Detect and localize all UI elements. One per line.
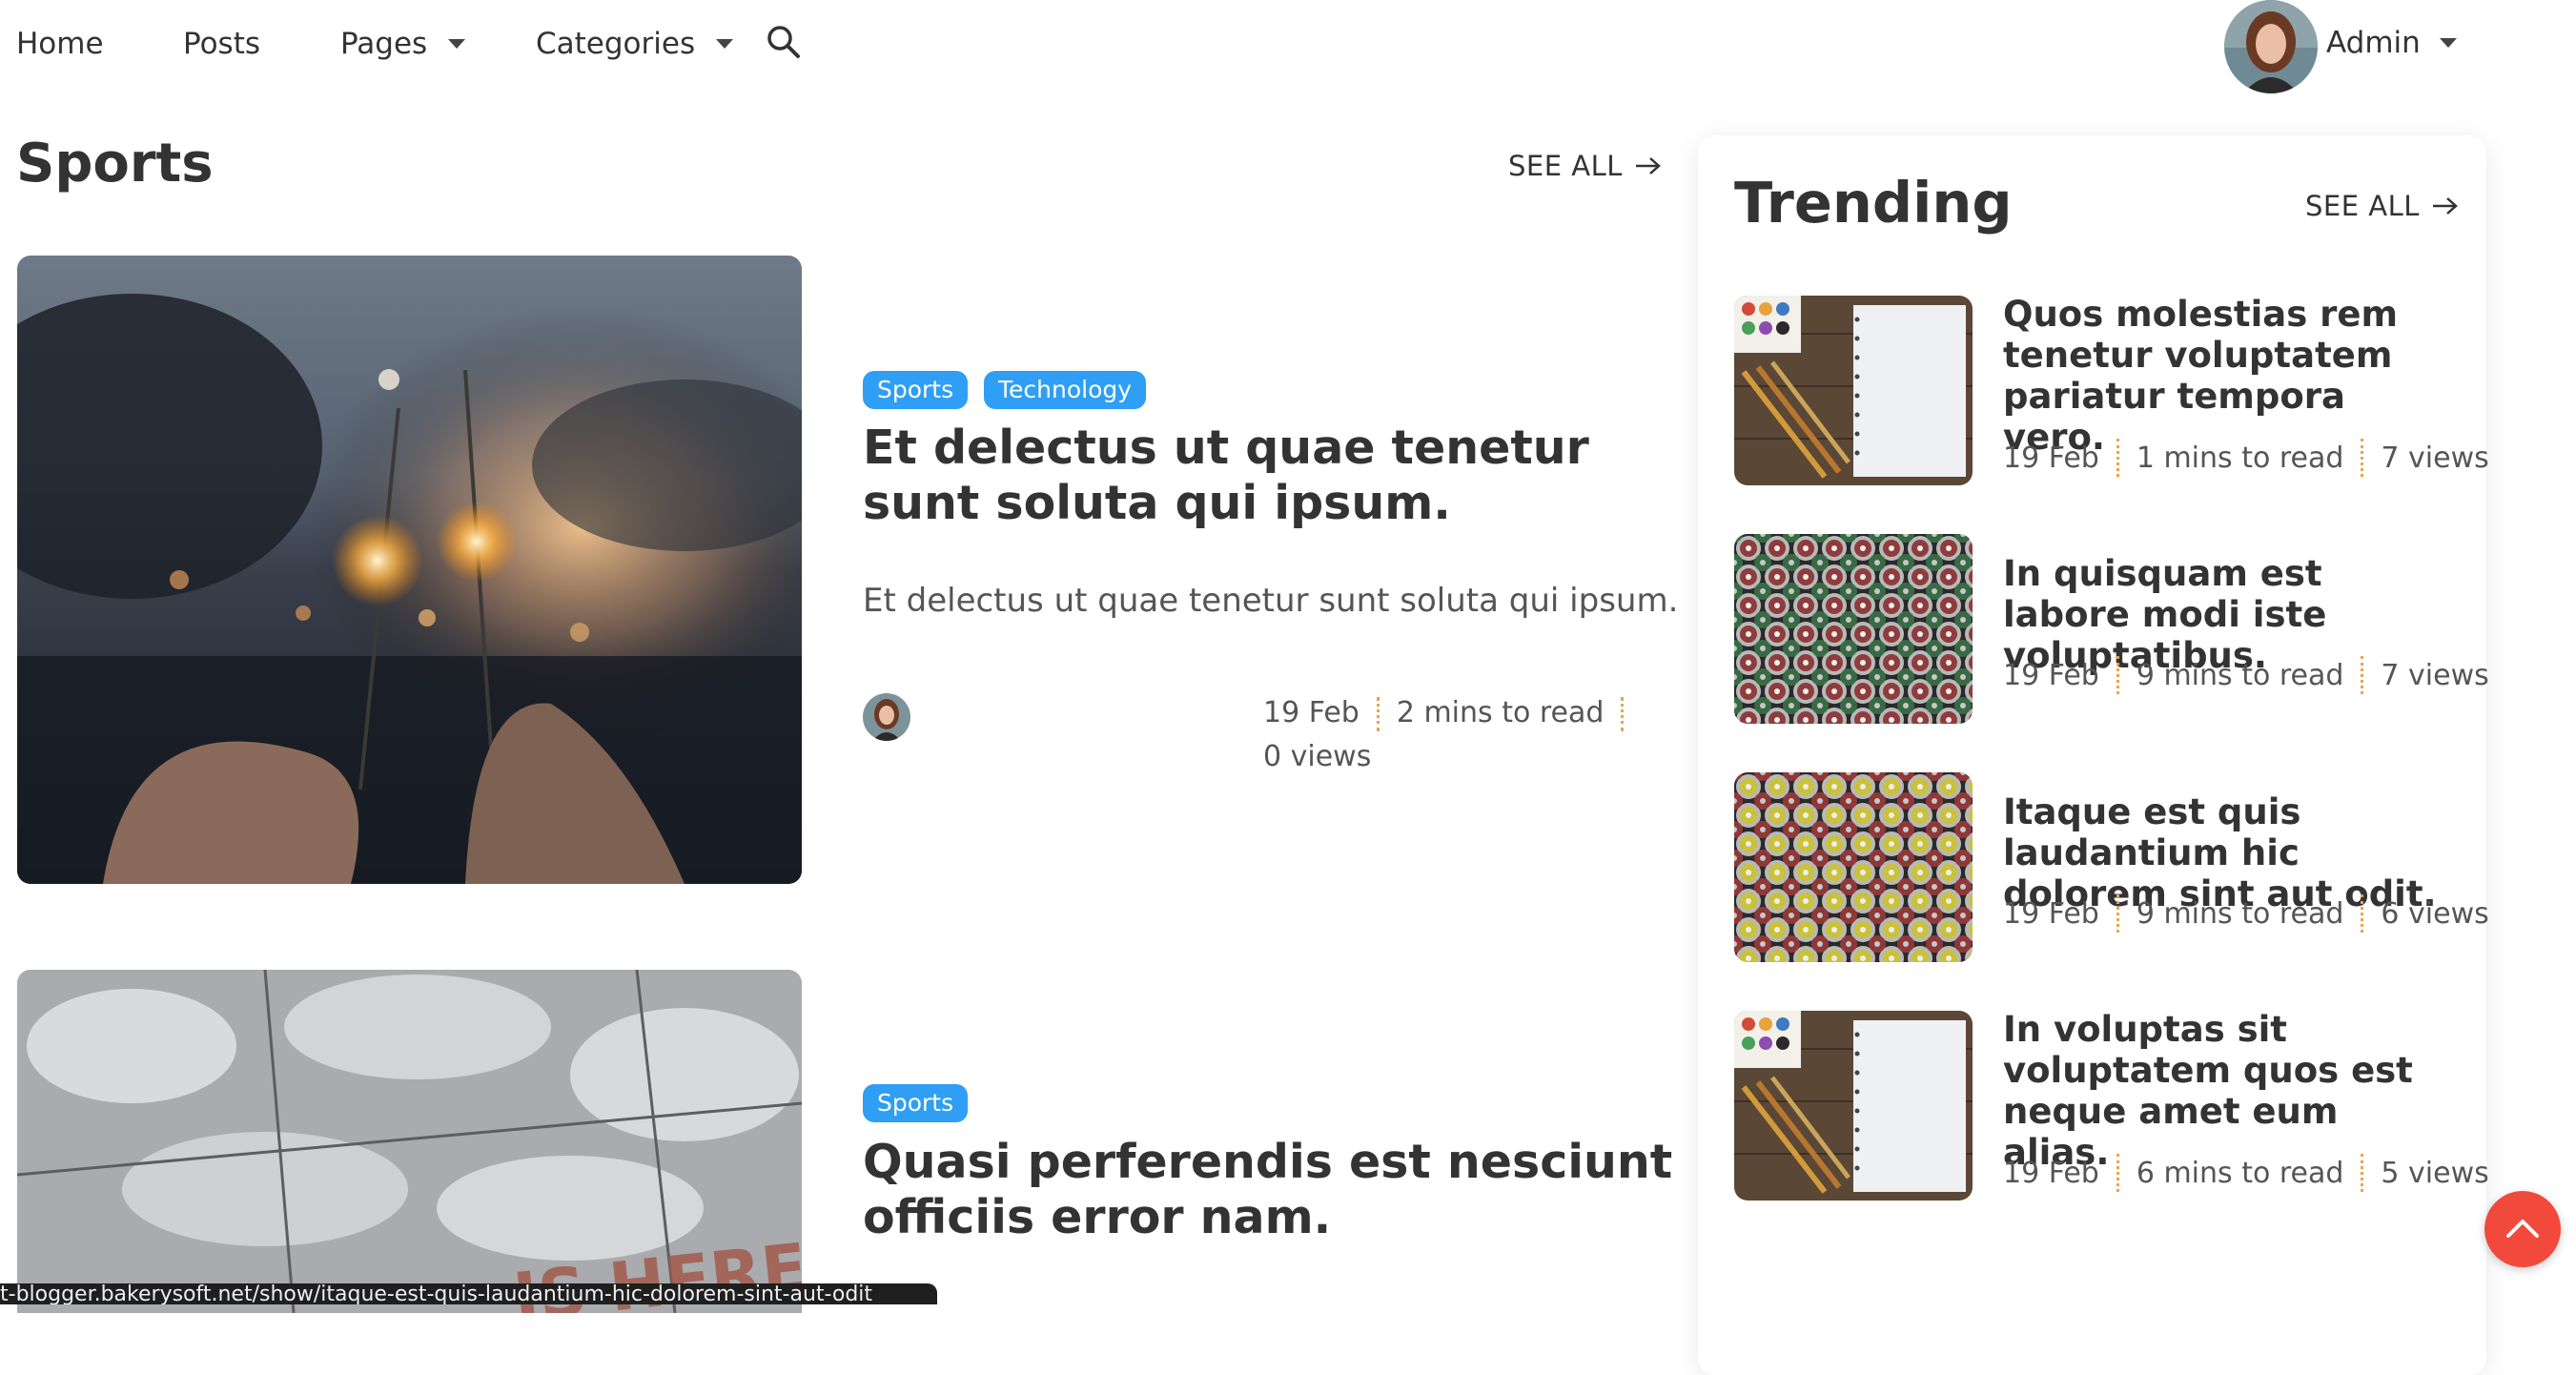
post-image-sparklers[interactable]	[17, 256, 802, 884]
scroll-to-top-button[interactable]	[2484, 1191, 2561, 1267]
trending-panel: Trending SEE ALL Quos molestias rem tene…	[1698, 135, 2489, 1375]
link-status-bar: t-blogger.bakerysoft.net/show/itaque-est…	[0, 1283, 937, 1304]
meta-separator	[2116, 656, 2119, 694]
trending-read-time: 9 mins to read	[2136, 658, 2344, 692]
nav-pages-dropdown[interactable]: Pages	[340, 27, 466, 61]
trending-views: 7 views	[2381, 441, 2489, 475]
chevron-up-icon	[2506, 1220, 2539, 1238]
user-avatar[interactable]	[2224, 0, 2318, 93]
badge-sports[interactable]: Sports	[863, 371, 969, 409]
nav-posts[interactable]: Posts	[183, 27, 260, 61]
author-avatar[interactable]	[863, 693, 910, 741]
caret-down-icon	[2439, 38, 2457, 48]
trending-views: 6 views	[2381, 896, 2489, 931]
trending-meta-1: 19 Feb 1 mins to read 7 views	[2003, 439, 2489, 477]
post-views: 0 views	[1263, 740, 1372, 773]
post-title[interactable]: Quasi perferendis est nesciunt officiis …	[863, 1135, 1683, 1245]
meta-separator	[2361, 656, 2364, 694]
trending-thumbnail-notebook[interactable]	[1734, 296, 1973, 485]
trending-title-4[interactable]: In voluptas sit voluptatem quos est nequ…	[2003, 1009, 2451, 1173]
meta-separator	[2361, 894, 2364, 933]
admin-label: Admin	[2326, 26, 2421, 60]
post-read-time: 2 mins to read	[1396, 696, 1605, 729]
nav-categories-dropdown[interactable]: Categories	[536, 27, 734, 61]
trending-views: 7 views	[2381, 658, 2489, 692]
arrow-right-icon	[1635, 157, 1661, 174]
post-title[interactable]: Et delectus ut quae tenetur sunt soluta …	[863, 421, 1683, 531]
nav-categories-label: Categories	[536, 27, 696, 61]
meta-separator	[2116, 894, 2119, 933]
meta-separator	[2361, 439, 2364, 477]
trending-thumbnail-spray-cans[interactable]	[1734, 772, 1973, 962]
post-meta: 19 Feb 2 mins to read 0 views	[1263, 691, 1702, 779]
trending-read-time: 6 mins to read	[2136, 1156, 2344, 1190]
trending-meta-4: 19 Feb 6 mins to read 5 views	[2003, 1154, 2489, 1192]
caret-down-icon	[716, 39, 734, 49]
trending-read-time: 1 mins to read	[2136, 441, 2344, 475]
top-navigation: Home Posts Pages Categories Admin	[0, 0, 2576, 95]
trending-title-1[interactable]: Quos molestias rem tenetur voluptatem pa…	[2003, 294, 2451, 458]
trending-views: 5 views	[2381, 1156, 2489, 1190]
trending-meta-2: 19 Feb 9 mins to read 7 views	[2003, 656, 2489, 694]
nav-home[interactable]: Home	[16, 27, 104, 61]
see-all-label: SEE ALL	[2305, 190, 2420, 222]
meta-separator	[2116, 439, 2119, 477]
trending-date: 19 Feb	[2003, 441, 2099, 475]
nav-home-label: Home	[16, 27, 104, 61]
trending-date: 19 Feb	[2003, 658, 2099, 692]
see-all-trending-link[interactable]: SEE ALL	[2305, 190, 2460, 222]
see-all-sports-link[interactable]: SEE ALL	[1508, 150, 1663, 182]
arrow-right-icon	[2432, 197, 2458, 215]
trending-read-time: 9 mins to read	[2136, 896, 2344, 931]
meta-separator	[1376, 696, 1380, 731]
trending-date: 19 Feb	[2003, 896, 2099, 931]
badge-sports[interactable]: Sports	[863, 1084, 969, 1122]
meta-separator	[2361, 1154, 2364, 1192]
meta-separator	[2116, 1154, 2119, 1192]
nav-pages-label: Pages	[340, 27, 428, 61]
status-url: t-blogger.bakerysoft.net/show/itaque-est…	[0, 1283, 873, 1304]
post-date: 19 Feb	[1263, 696, 1360, 729]
trending-date: 19 Feb	[2003, 1156, 2099, 1190]
search-icon[interactable]	[766, 24, 802, 60]
trending-thumbnail-notebook[interactable]	[1734, 1011, 1973, 1201]
section-title: Sports	[16, 133, 214, 195]
post-image-tiles[interactable]: IS HERE	[17, 970, 802, 1313]
caret-down-icon	[448, 39, 466, 49]
see-all-label: SEE ALL	[1508, 150, 1623, 182]
trending-meta-3: 19 Feb 9 mins to read 6 views	[2003, 894, 2489, 933]
post-excerpt: Et delectus ut quae tenetur sunt soluta …	[863, 582, 1679, 620]
badge-technology[interactable]: Technology	[984, 371, 1147, 409]
admin-menu[interactable]: Admin	[2326, 26, 2457, 60]
nav-posts-label: Posts	[183, 27, 261, 61]
trending-thumbnail-spray-cans[interactable]	[1734, 534, 1973, 724]
meta-separator	[1621, 696, 1625, 731]
trending-title: Trending	[1734, 170, 2013, 236]
